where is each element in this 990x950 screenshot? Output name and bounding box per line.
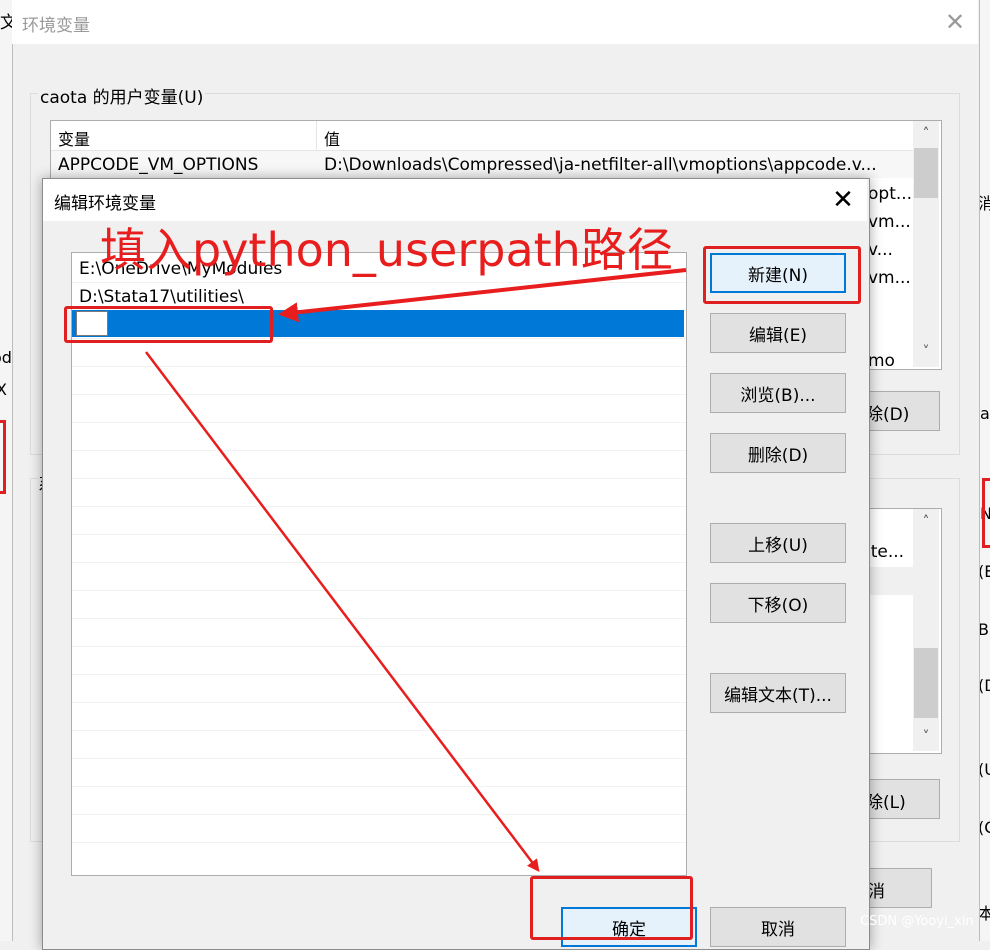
watermark: CSDN @Yooyi_xin (860, 914, 974, 929)
arrow-to-path-row (278, 268, 687, 323)
annotation-arrows (145, 268, 687, 872)
arrow-to-ok-button (145, 351, 540, 872)
